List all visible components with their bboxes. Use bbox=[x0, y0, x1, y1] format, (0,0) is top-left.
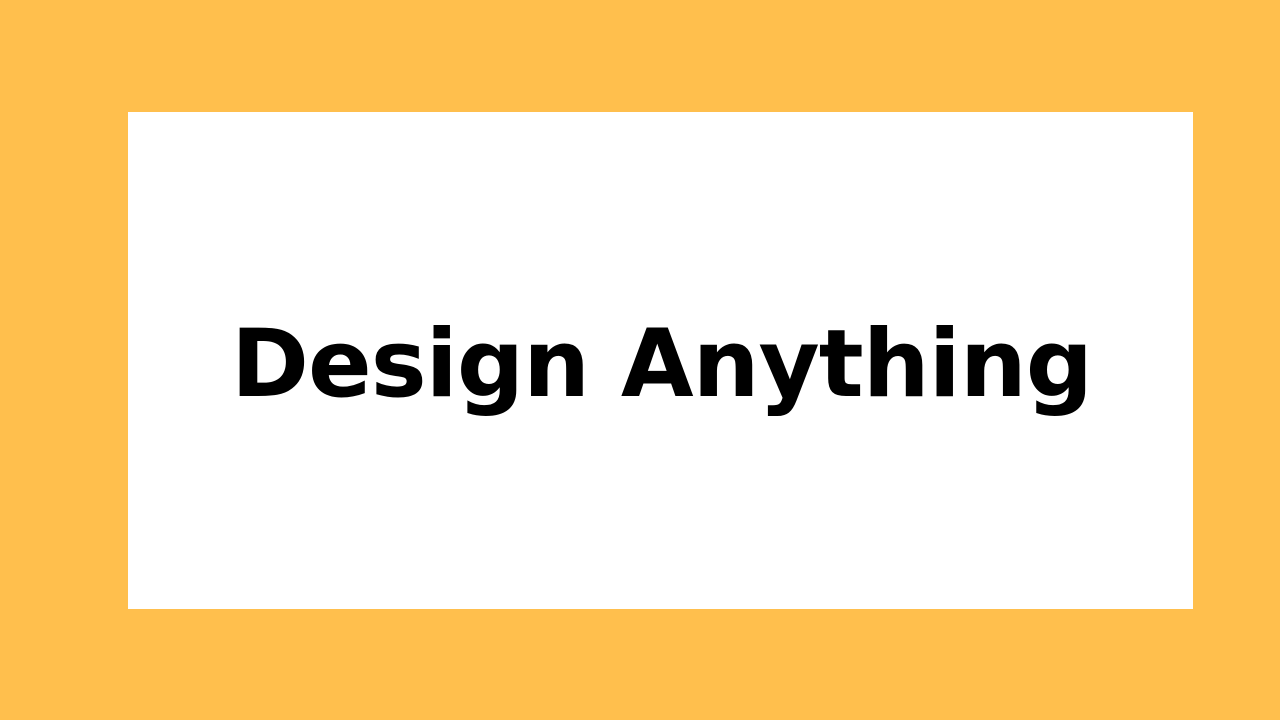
slide-background: Design Anything bbox=[0, 0, 1280, 720]
headline: Design Anything bbox=[230, 309, 1093, 419]
content-card: Design Anything bbox=[128, 112, 1193, 609]
